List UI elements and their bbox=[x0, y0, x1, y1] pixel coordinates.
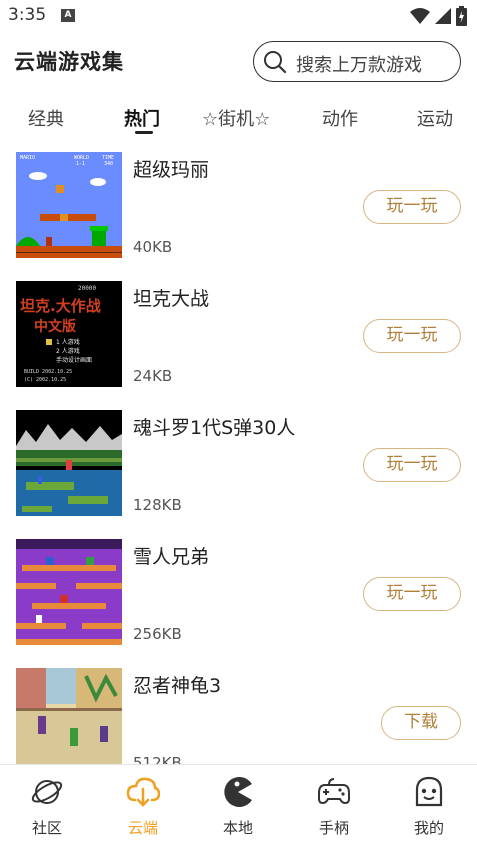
wifi-icon bbox=[410, 8, 430, 24]
game-name: 忍者神龟3 bbox=[133, 675, 222, 697]
tank-score: 20000 bbox=[78, 285, 96, 292]
pacman-icon bbox=[224, 777, 252, 807]
app-header: 云端游戏集 搜索上万款游戏 bbox=[0, 32, 477, 90]
tab-action[interactable]: 动作 bbox=[322, 105, 358, 131]
gamepad-icon bbox=[318, 778, 350, 805]
game-item-super-mario[interactable]: MARIO WORLD TIME 1-1 340 超级玛丽 玩一玩 40KB bbox=[0, 152, 477, 281]
tab-active-indicator bbox=[135, 131, 153, 134]
tank-credit-1: BUILD 2002.10.25 bbox=[24, 369, 72, 375]
mario-hud-label: MARIO bbox=[20, 155, 35, 161]
tank-subtitle: 中文版 bbox=[34, 318, 76, 335]
profile-face-icon bbox=[415, 776, 443, 807]
battery-icon bbox=[456, 6, 467, 26]
tab-classic[interactable]: 经典 bbox=[28, 105, 64, 131]
nav-label: 社区 bbox=[31, 819, 62, 837]
nav-profile[interactable]: 我的 bbox=[394, 775, 464, 845]
game-item-tank-battle[interactable]: 20000 坦克.大作战 中文版 1 人游戏 2 人游戏 手动设计画面 BUIL… bbox=[0, 281, 477, 410]
nav-cloud[interactable]: 云端 bbox=[108, 775, 178, 845]
game-size: 512KB bbox=[133, 754, 182, 764]
game-size: 128KB bbox=[133, 496, 182, 514]
super-mario-screenshot-icon: MARIO WORLD TIME 1-1 340 bbox=[16, 152, 122, 258]
tank-title: 坦克.大作战 bbox=[20, 297, 101, 315]
mario-world-value: 1-1 bbox=[76, 161, 85, 167]
mario-time-value: 340 bbox=[104, 161, 113, 167]
game-name: 超级玛丽 bbox=[133, 159, 210, 181]
tank-battle-screenshot-icon: 20000 坦克.大作战 中文版 1 人游戏 2 人游戏 手动设计画面 BUIL… bbox=[16, 281, 122, 387]
game-list[interactable]: MARIO WORLD TIME 1-1 340 超级玛丽 玩一玩 40KB 2… bbox=[0, 152, 477, 764]
game-size: 24KB bbox=[133, 367, 173, 385]
signal-icon bbox=[435, 8, 451, 24]
game-name: 雪人兄弟 bbox=[133, 546, 210, 568]
nav-local[interactable]: 本地 bbox=[203, 775, 273, 845]
play-button[interactable]: 玩一玩 bbox=[363, 448, 461, 482]
download-button[interactable]: 下载 bbox=[381, 706, 461, 740]
game-item-snow-bros[interactable]: 雪人兄弟 玩一玩 256KB bbox=[0, 539, 477, 668]
snow-bros-screenshot-icon bbox=[16, 539, 122, 645]
tab-sports[interactable]: 运动 bbox=[417, 105, 453, 131]
play-button[interactable]: 玩一玩 bbox=[363, 319, 461, 353]
status-icons bbox=[410, 6, 467, 26]
status-bar: 3:35 A bbox=[0, 0, 477, 32]
play-button[interactable]: 玩一玩 bbox=[363, 577, 461, 611]
tank-credit-2: (C) 2002.10.25 bbox=[24, 377, 66, 383]
play-button[interactable]: 玩一玩 bbox=[363, 190, 461, 224]
app-title: 云端游戏集 bbox=[14, 50, 124, 74]
game-name: 魂斗罗1代S弹30人 bbox=[133, 417, 296, 439]
nav-label: 云端 bbox=[127, 819, 158, 837]
nav-community[interactable]: 社区 bbox=[12, 775, 82, 845]
status-time: 3:35 bbox=[8, 5, 47, 25]
planet-icon bbox=[31, 780, 63, 804]
cloud-download-icon bbox=[126, 777, 160, 807]
contra-screenshot-icon bbox=[16, 410, 122, 516]
nav-gamepad[interactable]: 手柄 bbox=[299, 775, 369, 845]
ninja-turtles-screenshot-icon bbox=[16, 668, 122, 764]
nav-label: 手柄 bbox=[318, 819, 349, 837]
tank-menu-3: 手动设计画面 bbox=[56, 356, 92, 364]
game-name: 坦克大战 bbox=[133, 288, 210, 310]
nav-label: 本地 bbox=[222, 819, 253, 837]
game-size: 40KB bbox=[133, 238, 173, 256]
search-placeholder: 搜索上万款游戏 bbox=[296, 55, 422, 76]
tank-menu-1: 1 人游戏 bbox=[56, 338, 80, 346]
game-size: 256KB bbox=[133, 625, 182, 643]
tank-menu-2: 2 人游戏 bbox=[56, 347, 80, 355]
search-icon bbox=[264, 51, 287, 74]
bottom-nav: 社区 云端 本地 手柄 我的 bbox=[0, 764, 477, 848]
tab-arcade[interactable]: ☆街机☆ bbox=[202, 105, 270, 131]
tab-hot[interactable]: 热门 bbox=[124, 105, 160, 131]
nav-label: 我的 bbox=[413, 819, 444, 837]
game-item-ninja-turtles[interactable]: 忍者神龟3 下载 512KB bbox=[0, 668, 477, 764]
notification-a-icon: A bbox=[61, 9, 75, 22]
game-item-contra[interactable]: 魂斗罗1代S弹30人 玩一玩 128KB bbox=[0, 410, 477, 539]
category-tabs: 经典 热门 ☆街机☆ 动作 运动 bbox=[0, 90, 477, 140]
search-box[interactable]: 搜索上万款游戏 bbox=[253, 41, 461, 82]
